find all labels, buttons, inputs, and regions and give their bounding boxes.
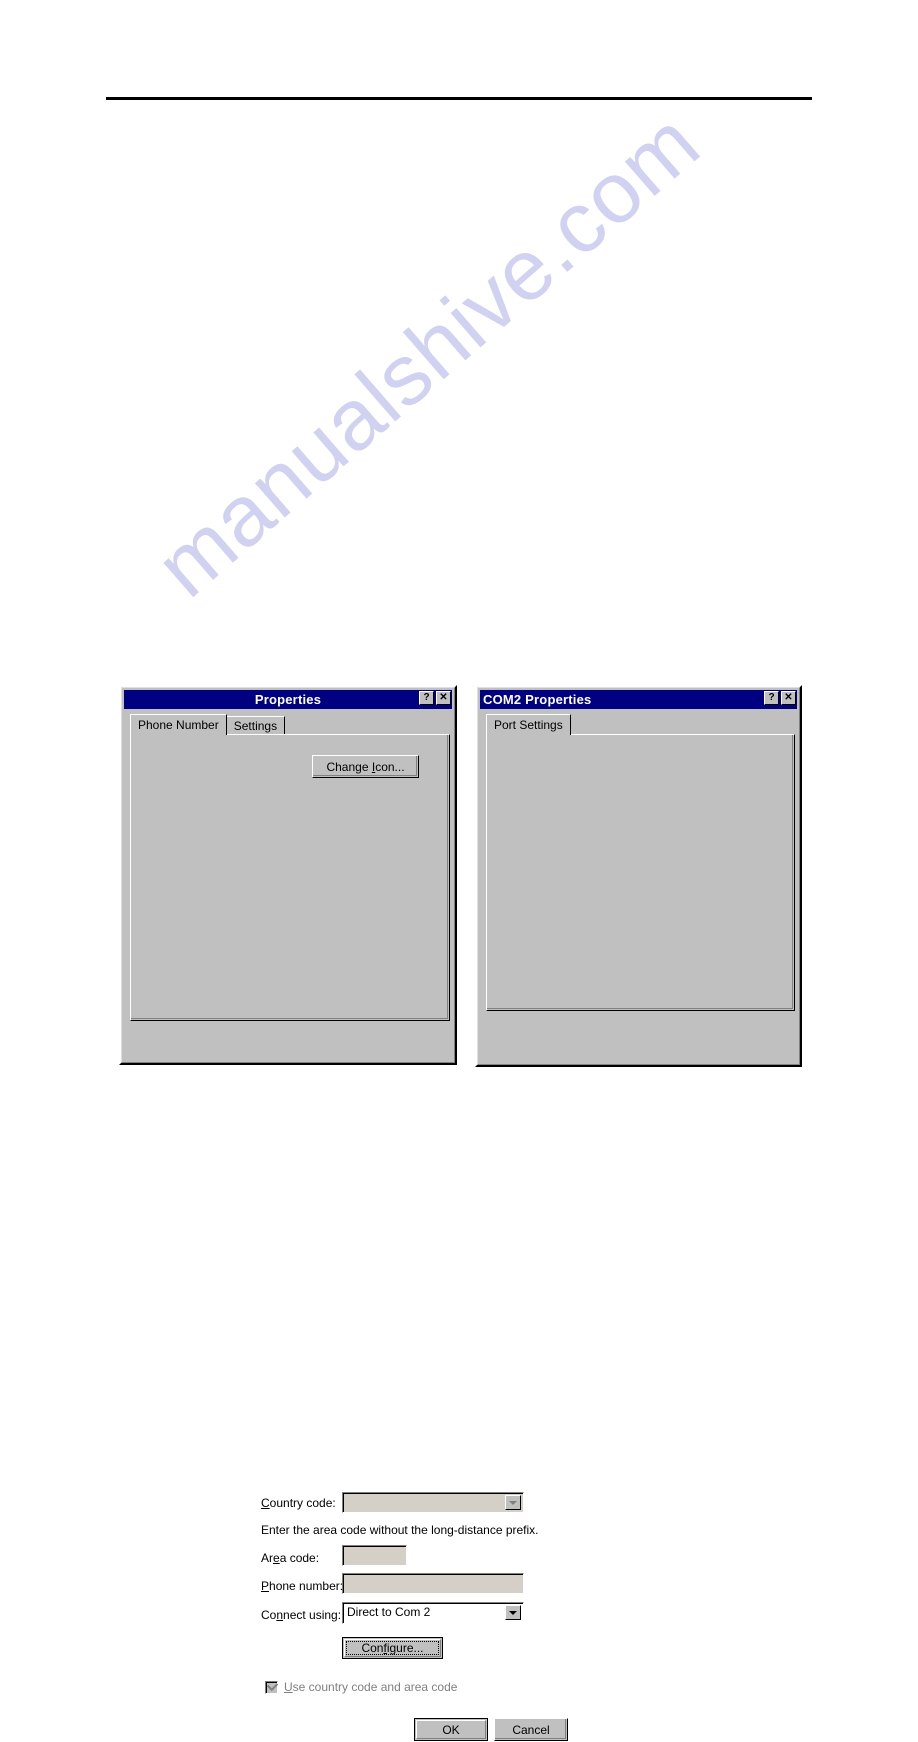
- area-code-label: Area code:: [261, 1551, 320, 1565]
- tabpage-bevel: [487, 735, 793, 1009]
- field-bevel: [343, 1546, 406, 1565]
- close-icon[interactable]: ✕: [781, 691, 796, 705]
- field-bevel: [343, 1493, 523, 1512]
- tab-settings[interactable]: Settings: [225, 716, 286, 735]
- left-ok-button[interactable]: OK: [414, 1718, 488, 1741]
- connect-using-label: Connect using:: [261, 1608, 342, 1622]
- properties-titlebar[interactable]: Properties ? ✕: [124, 690, 452, 709]
- help-icon[interactable]: ?: [419, 691, 434, 705]
- area-code-input[interactable]: [342, 1545, 407, 1566]
- properties-tabstrip[interactable]: Phone Number Settings: [130, 714, 286, 735]
- use-country-code-checkbox-row[interactable]: Use country code and area code: [265, 1679, 458, 1694]
- country-code-combo[interactable]: [342, 1492, 524, 1513]
- tab-phone-number[interactable]: Phone Number: [130, 714, 227, 735]
- chevron-down-icon[interactable]: [505, 1495, 521, 1510]
- com2-tabstrip[interactable]: Port Settings: [486, 714, 571, 735]
- field-bevel: [343, 1574, 523, 1593]
- country-code-label: Country code:: [261, 1496, 336, 1510]
- connect-using-combo[interactable]: Direct to Com 2: [342, 1602, 524, 1624]
- com2-titlebar-buttons[interactable]: ? ✕: [764, 691, 796, 705]
- properties-titlebar-buttons[interactable]: ? ✕: [419, 691, 451, 705]
- properties-title: Properties: [254, 692, 322, 707]
- com2-properties-dialog[interactable]: COM2 Properties ? ✕ Port Settings Bits p…: [475, 685, 802, 1067]
- change-icon-button[interactable]: Change Icon...: [312, 755, 419, 778]
- use-country-code-checkbox[interactable]: [265, 1679, 279, 1694]
- configure-button[interactable]: Configure...: [342, 1637, 443, 1659]
- header-rule: [106, 97, 812, 100]
- watermark-text: manualshive.com: [138, 94, 718, 616]
- com2-titlebar[interactable]: COM2 Properties ? ✕: [480, 690, 797, 709]
- port-settings-tab-page: [486, 734, 795, 1011]
- phone-number-label: Phone number:: [261, 1579, 344, 1593]
- configure-button-label: Configure...: [361, 1641, 424, 1655]
- use-country-code-label: Use country code and area code: [284, 1680, 458, 1694]
- properties-dialog[interactable]: Properties ? ✕ Phone Number Settings Cha…: [119, 685, 568, 1741]
- left-ok-button-label: OK: [442, 1722, 460, 1737]
- close-icon[interactable]: ✕: [436, 691, 451, 705]
- tab-port-settings[interactable]: Port Settings: [486, 714, 571, 735]
- com2-title: COM2 Properties: [483, 692, 592, 707]
- connect-using-value: Direct to Com 2: [347, 1605, 431, 1619]
- left-cancel-button[interactable]: Cancel: [494, 1718, 568, 1741]
- phone-number-input[interactable]: [342, 1573, 524, 1594]
- change-icon-button-label: Change Icon...: [326, 759, 405, 774]
- area-code-hint: Enter the area code without the long-dis…: [261, 1523, 539, 1537]
- chevron-down-icon[interactable]: [505, 1605, 521, 1620]
- help-icon[interactable]: ?: [764, 691, 779, 705]
- left-cancel-button-label: Cancel: [512, 1722, 550, 1737]
